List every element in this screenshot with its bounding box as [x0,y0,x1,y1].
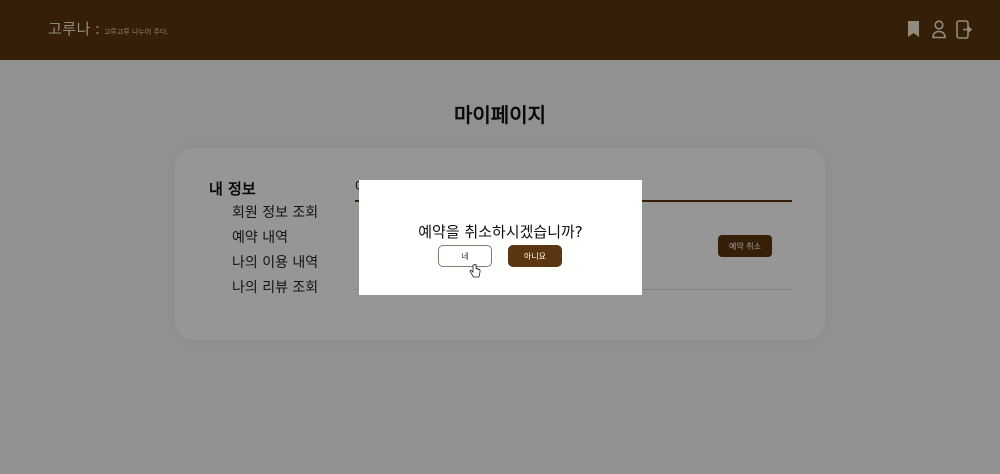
confirm-yes-button[interactable]: 네 [438,245,492,267]
confirm-no-button[interactable]: 아니요 [508,245,562,267]
confirm-message: 예약을 취소하시겠습니까? [418,223,583,241]
confirm-dialog: 예약을 취소하시겠습니까? 네 아니요 [359,180,642,295]
hand-cursor-icon [469,263,481,278]
